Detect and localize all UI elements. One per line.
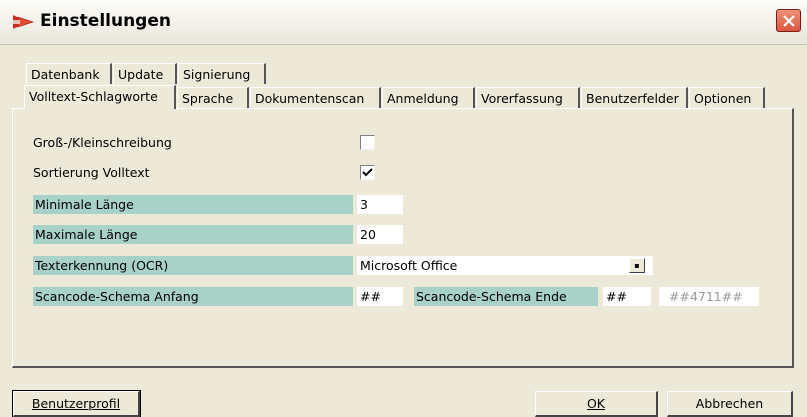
max-length-input[interactable]: 20	[357, 225, 403, 244]
ok-button[interactable]: OK	[535, 391, 658, 417]
close-button[interactable]	[776, 9, 801, 32]
tab-dokumentenscan[interactable]: Dokumentenscan	[250, 87, 381, 108]
scancode-end-input[interactable]: ##	[603, 287, 651, 306]
user-profile-button-label: Benutzerprofil	[31, 396, 121, 411]
tab-anmeldung[interactable]: Anmeldung	[382, 87, 475, 108]
case-sensitive-label: Groß-/Kleinschreibung	[33, 135, 172, 150]
cancel-button-label: Abbrechen	[695, 396, 764, 411]
min-length-input[interactable]: 3	[357, 195, 403, 214]
tab-benutzerfelder[interactable]: Benutzerfelder	[581, 87, 688, 108]
scancode-start-label: Scancode-Schema Anfang	[33, 287, 353, 306]
ocr-label: Texterkennung (OCR)	[33, 256, 353, 275]
min-length-label: Minimale Länge	[33, 195, 353, 214]
cancel-button[interactable]: Abbrechen	[667, 391, 793, 417]
scanner-arrow-icon	[12, 12, 34, 35]
scancode-end-label: Scancode-Schema Ende	[414, 287, 598, 306]
dropdown-arrow-icon[interactable]: ▪	[629, 258, 645, 273]
user-profile-button[interactable]: Benutzerprofil	[12, 390, 141, 417]
checkmark-icon	[362, 168, 373, 177]
sort-fulltext-label: Sortierung Volltext	[33, 165, 150, 180]
scancode-example: ##4711##	[659, 287, 759, 306]
max-length-label: Maximale Länge	[33, 225, 353, 244]
title-bar[interactable]: Einstellungen	[0, 0, 807, 45]
ocr-select-value: Microsoft Office	[360, 258, 458, 273]
tab-signierung[interactable]: Signierung	[178, 63, 266, 84]
scancode-start-input[interactable]: ##	[357, 287, 403, 306]
tab-datenbank[interactable]: Datenbank	[26, 63, 112, 84]
ok-button-label: OK	[586, 396, 606, 411]
tab-sprache[interactable]: Sprache	[177, 87, 249, 108]
close-icon	[783, 15, 795, 27]
tab-vorerfassung[interactable]: Vorerfassung	[476, 87, 580, 108]
tab-volltext-schlagworte[interactable]: Volltext-Schlagworte	[24, 85, 176, 109]
case-sensitive-checkbox[interactable]	[360, 135, 375, 150]
tab-update[interactable]: Update	[113, 63, 177, 84]
tab-optionen[interactable]: Optionen	[689, 87, 765, 108]
window-title: Einstellungen	[40, 11, 171, 31]
ocr-select[interactable]: Microsoft Office ▪	[357, 256, 653, 275]
sort-fulltext-checkbox[interactable]	[360, 165, 375, 180]
